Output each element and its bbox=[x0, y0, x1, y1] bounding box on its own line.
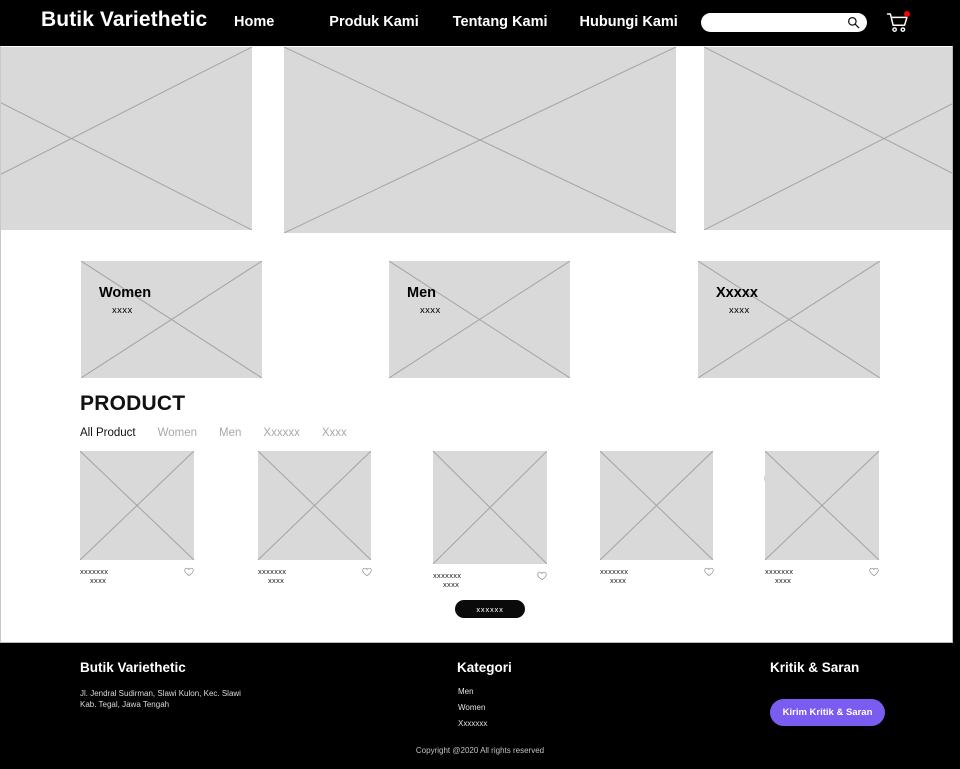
hero-carousel bbox=[1, 46, 952, 233]
product-filter-tabs: All Product Women Men Xxxxxx Xxxx bbox=[80, 427, 347, 439]
product-meta: xxxxxxx xxxx bbox=[600, 567, 714, 589]
product-meta: xxxxxxx xxxx bbox=[80, 567, 194, 589]
product-title: xxxxxxx bbox=[433, 571, 462, 580]
site-brand-logo[interactable]: Butik Variethetic bbox=[41, 8, 207, 32]
category-card-title: Men bbox=[407, 285, 436, 301]
image-placeholder-icon bbox=[1, 47, 252, 230]
hero-slide-active[interactable] bbox=[284, 47, 676, 233]
product-title: xxxxxxx bbox=[258, 567, 287, 576]
image-placeholder-icon bbox=[433, 451, 547, 564]
heart-icon[interactable] bbox=[184, 567, 194, 577]
footer-address-line-1: Jl. Jendral Sudirman, Slawi Kulon, Kec. … bbox=[80, 689, 241, 698]
filter-tab-xxxxxx[interactable]: Xxxxxx bbox=[263, 427, 299, 439]
nav-item-home[interactable]: Home bbox=[234, 14, 274, 30]
image-placeholder-icon bbox=[704, 47, 952, 230]
site-footer: Butik Variethetic Jl. Jendral Sudirman, … bbox=[0, 644, 960, 769]
footer-kategori-heading: Kategori bbox=[457, 660, 512, 675]
cart-notification-badge bbox=[904, 11, 910, 17]
filter-tab-men[interactable]: Men bbox=[219, 427, 241, 439]
product-subtitle: xxxx bbox=[610, 576, 627, 585]
product-subtitle: xxxx bbox=[268, 576, 285, 585]
header-search-box[interactable] bbox=[701, 13, 867, 32]
filter-tab-women[interactable]: Women bbox=[158, 427, 197, 439]
product-title: xxxxxxx bbox=[765, 567, 794, 576]
nav-item-tentang-kami[interactable]: Tentang Kami bbox=[453, 14, 548, 30]
heart-icon[interactable] bbox=[704, 567, 714, 577]
product-subtitle: xxxx bbox=[90, 576, 107, 585]
category-card-xxxxx[interactable]: Xxxxx xxxx bbox=[698, 261, 880, 378]
footer-kategori-list: Men Women Xxxxxxx bbox=[458, 687, 487, 735]
top-navigation-bar: Butik Variethetic Home Produk Kami Tenta… bbox=[0, 0, 960, 46]
image-placeholder-icon bbox=[765, 451, 879, 560]
footer-copyright: Copyright @2020 All rights reserved bbox=[415, 746, 545, 755]
heart-icon[interactable] bbox=[362, 567, 372, 577]
page-content: Women xxxx Men xxxx Xxxxx xxxx PRODUCT A… bbox=[0, 46, 953, 643]
image-placeholder-icon bbox=[284, 47, 676, 233]
product-subtitle: xxxx bbox=[443, 580, 460, 589]
main-nav-links: Home Produk Kami Tentang Kami Hubungi Ka… bbox=[234, 14, 678, 30]
product-card[interactable]: xxxxxxx xxxx bbox=[433, 451, 547, 593]
product-card[interactable]: xxxxxxx xxxx bbox=[600, 451, 714, 589]
footer-kritik-heading: Kritik & Saran bbox=[770, 660, 860, 675]
category-card-title: Xxxxx bbox=[716, 285, 758, 301]
page-root: Butik Variethetic Home Produk Kami Tenta… bbox=[0, 0, 960, 769]
product-title: xxxxxxx bbox=[600, 567, 629, 576]
footer-kategori-item-xxxxxxx[interactable]: Xxxxxxx bbox=[458, 719, 487, 728]
product-title: xxxxxxx bbox=[80, 567, 109, 576]
product-meta: xxxxxxx xxxx bbox=[258, 567, 372, 589]
footer-brand: Butik Variethetic bbox=[80, 660, 186, 675]
image-placeholder-icon bbox=[80, 451, 194, 560]
category-card-row: Women xxxx Men xxxx Xxxxx xxxx bbox=[1, 261, 952, 381]
footer-kategori-item-men[interactable]: Men bbox=[458, 687, 487, 696]
product-card[interactable]: xxxxxxx xxxx bbox=[80, 451, 194, 589]
shopping-cart-button[interactable] bbox=[886, 11, 910, 35]
image-placeholder-icon bbox=[389, 261, 570, 378]
hero-slide-next[interactable] bbox=[704, 47, 952, 230]
image-placeholder-icon bbox=[698, 261, 880, 378]
footer-kategori-item-women[interactable]: Women bbox=[458, 703, 487, 712]
nav-item-produk-kami[interactable]: Produk Kami bbox=[329, 14, 418, 30]
product-image[interactable] bbox=[80, 451, 194, 560]
footer-address: Jl. Jendral Sudirman, Slawi Kulon, Kec. … bbox=[80, 688, 241, 710]
filter-tab-xxxx[interactable]: Xxxx bbox=[322, 427, 347, 439]
category-card-subtitle: xxxx bbox=[420, 305, 441, 316]
product-card[interactable]: xxxxxxx xxxx bbox=[258, 451, 372, 589]
product-meta: xxxxxxx xxxx bbox=[433, 571, 547, 593]
product-image[interactable] bbox=[258, 451, 371, 560]
heart-icon[interactable] bbox=[537, 571, 547, 581]
product-subtitle: xxxx bbox=[775, 576, 792, 585]
product-meta: xxxxxxx xxxx bbox=[765, 567, 879, 589]
footer-address-line-2: Kab. Tegal, Jawa Tengah bbox=[80, 700, 170, 709]
product-image[interactable] bbox=[765, 451, 879, 560]
product-image[interactable] bbox=[433, 451, 547, 564]
product-card[interactable]: xxxxxxx xxxx bbox=[765, 451, 879, 589]
category-card-women[interactable]: Women xxxx bbox=[81, 261, 262, 378]
category-card-title: Women bbox=[99, 285, 152, 301]
load-more-button[interactable]: xxxxxx bbox=[455, 600, 525, 618]
product-image[interactable] bbox=[600, 451, 713, 560]
search-input[interactable] bbox=[709, 17, 845, 28]
filter-tab-all-product[interactable]: All Product bbox=[80, 427, 136, 439]
category-card-subtitle: xxxx bbox=[729, 305, 750, 316]
product-section-heading: PRODUCT bbox=[80, 392, 186, 415]
image-placeholder-icon bbox=[600, 451, 713, 560]
category-card-subtitle: xxxx bbox=[112, 305, 133, 316]
product-grid: xxxxxxx xxxx xxxxxxx xxxx xxxxxxx xxxx x… bbox=[1, 451, 952, 593]
hero-slide-previous[interactable] bbox=[1, 47, 252, 230]
kirim-kritik-saran-button[interactable]: Kirim Kritik & Saran bbox=[770, 699, 885, 726]
search-icon[interactable] bbox=[847, 16, 860, 29]
category-card-men[interactable]: Men xxxx bbox=[389, 261, 570, 378]
nav-item-hubungi-kami[interactable]: Hubungi Kami bbox=[580, 14, 678, 30]
image-placeholder-icon bbox=[81, 261, 262, 378]
heart-icon[interactable] bbox=[869, 567, 879, 577]
image-placeholder-icon bbox=[258, 451, 371, 560]
